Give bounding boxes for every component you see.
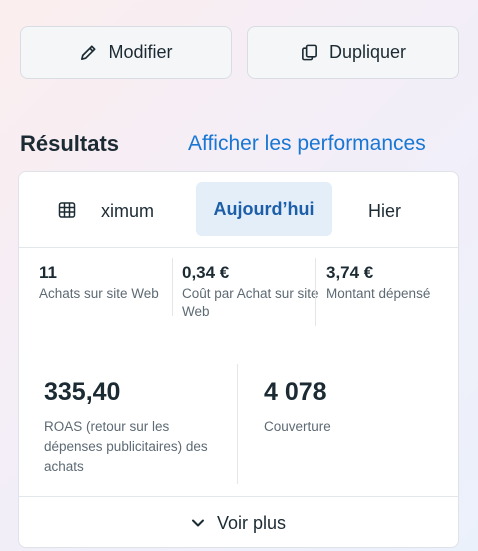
- metric-value: 335,40: [44, 378, 121, 406]
- metric-roas: 335,40 ROAS (retour sur les dépenses pub…: [44, 378, 224, 477]
- calendar-grid-icon[interactable]: [57, 200, 77, 220]
- metric-label: Montant dépensé: [326, 286, 431, 301]
- metric-label: Achats sur site Web: [39, 286, 159, 301]
- duplicate-icon: [302, 44, 317, 61]
- date-range-tabs: ximum Aujourd’hui Hier: [19, 172, 458, 248]
- duplicate-button-label: Dupliquer: [328, 42, 407, 62]
- metric-amount-spent: 3,74 € Montant dépensé: [326, 263, 456, 303]
- metric-cost-per-purchase: 0,34 € Coût par Achat sur site Web: [182, 263, 322, 321]
- duplicate-button[interactable]: Dupliquer: [247, 26, 459, 79]
- view-performance-link[interactable]: Afficher les performances: [188, 132, 426, 156]
- results-card: ximum Aujourd’hui Hier 11 Achats sur sit…: [18, 171, 459, 548]
- see-more-button[interactable]: Voir plus: [19, 496, 458, 547]
- metric-label: ROAS (retour sur les dépenses publicitai…: [44, 419, 208, 474]
- metric-purchases: 11 Achats sur site Web: [39, 263, 174, 303]
- metric-value: 0,34 €: [182, 263, 230, 282]
- metric-label: Coût par Achat sur site Web: [182, 286, 319, 319]
- tab-yesterday[interactable]: Hier: [368, 201, 401, 222]
- metric-reach: 4 078 Couverture: [264, 378, 444, 437]
- divider: [315, 258, 316, 326]
- edit-button[interactable]: Modifier: [20, 26, 232, 79]
- chevron-down-icon: [191, 519, 204, 527]
- tab-today[interactable]: Aujourd’hui: [196, 182, 332, 236]
- metric-value: 11: [39, 263, 57, 282]
- divider: [172, 258, 173, 316]
- edit-button-label: Modifier: [108, 42, 173, 62]
- metric-value: 4 078: [264, 378, 327, 406]
- results-heading: Résultats: [20, 131, 120, 156]
- metric-value: 3,74 €: [326, 263, 374, 282]
- metric-label: Couverture: [264, 419, 331, 434]
- see-more-label: Voir plus: [216, 512, 287, 533]
- pencil-icon: [81, 45, 97, 61]
- divider: [237, 364, 238, 484]
- tab-maximum[interactable]: ximum: [101, 201, 171, 222]
